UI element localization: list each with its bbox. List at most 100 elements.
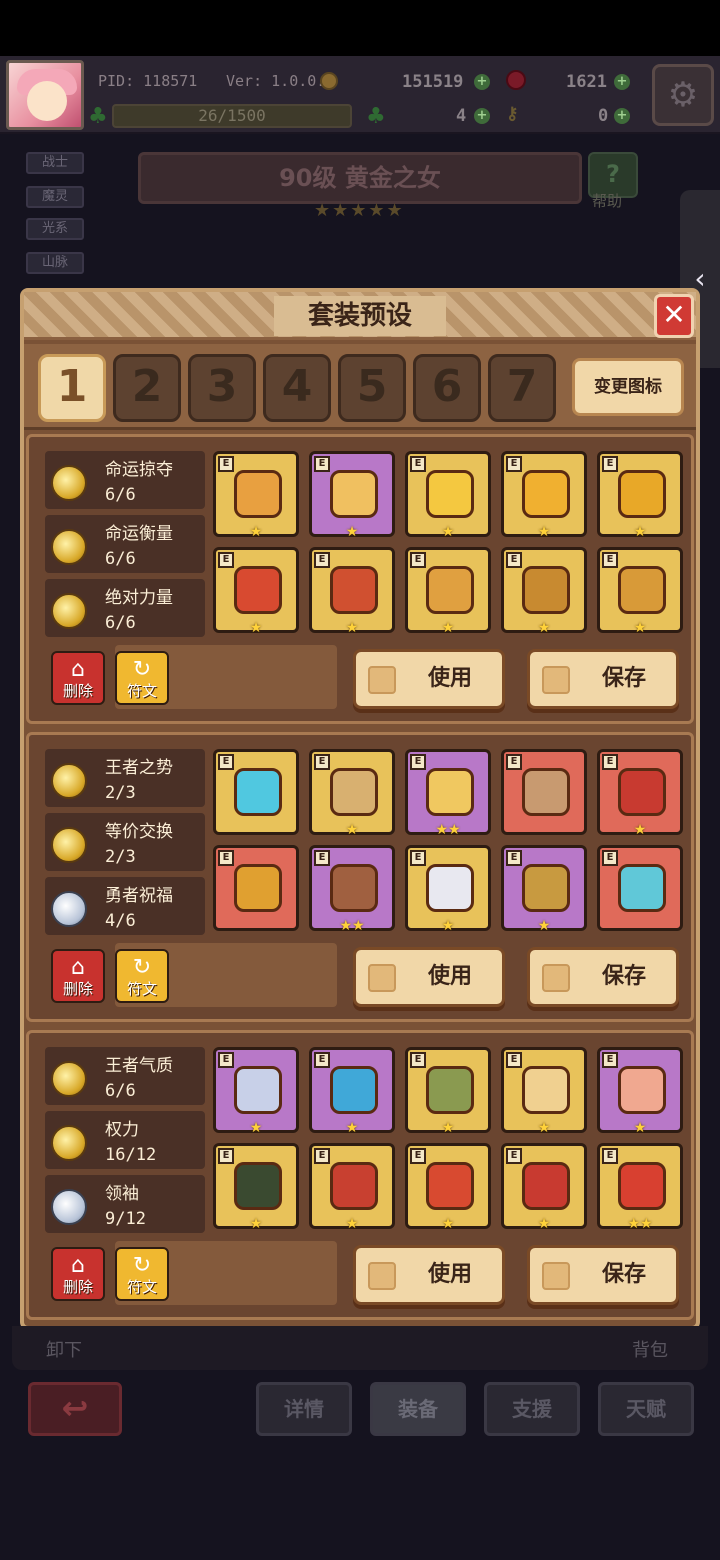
nav-tab-4[interactable]: 天赋 — [598, 1382, 694, 1436]
boots-icon — [618, 864, 666, 912]
use-button[interactable]: 使用 — [353, 649, 505, 709]
set-bonus-item[interactable]: 等价交换 2/3 — [45, 813, 205, 871]
equipment-slot[interactable]: E ★ — [597, 451, 683, 540]
set-count: 9/12 — [105, 1209, 146, 1229]
unequip-button[interactable]: 卸下 — [46, 1336, 82, 1362]
equipment-slot[interactable]: E ★ — [213, 547, 299, 636]
equipment-slot[interactable]: E ★★ — [405, 749, 491, 838]
set-bonus-item[interactable]: 命运掠夺 6/6 — [45, 451, 205, 509]
rune-button[interactable]: ↻ 符文 — [115, 949, 169, 1003]
gauntlet-icon — [426, 1162, 474, 1210]
set-bonus-item[interactable]: 勇者祝福 4/6 — [45, 877, 205, 935]
equipment-slot[interactable]: E ★ — [405, 1143, 491, 1232]
class-tag: 战士 — [26, 152, 84, 174]
equipped-mark-icon: E — [602, 1148, 618, 1164]
preset-card-1: 命运掠夺 6/6 命运衡量 6/6 绝对力量 6/6 E ★ E ★ E ★ E ★ E ★ E ★ E ★ E ★ E ★ E… — [26, 434, 694, 724]
equipment-slot[interactable]: E — [213, 749, 299, 835]
equipment-slot[interactable]: E ★ — [405, 451, 491, 540]
preset-tab-2[interactable]: 2 — [113, 354, 181, 422]
equipment-slot[interactable]: E ★★ — [309, 845, 395, 934]
preset-tab-row: 变更图标 1234567 — [24, 344, 696, 430]
set-bonus-item[interactable]: 王者气质 6/6 — [45, 1047, 205, 1105]
set-medal-icon — [51, 1125, 87, 1161]
equipped-mark-icon: E — [506, 1148, 522, 1164]
nav-tab-3[interactable]: 支援 — [484, 1382, 580, 1436]
player-avatar[interactable] — [6, 60, 84, 130]
set-count: 6/6 — [105, 485, 136, 505]
add-clover-icon[interactable]: + — [474, 108, 490, 124]
equipment-slot[interactable]: E ★ — [501, 1143, 587, 1232]
set-bonus-item[interactable]: 命运衡量 6/6 — [45, 515, 205, 573]
use-button[interactable]: 使用 — [353, 947, 505, 1007]
settings-button[interactable]: ⚙ — [652, 64, 714, 126]
use-label: 使用 — [427, 964, 472, 989]
nav-tab-1[interactable]: 详情 — [256, 1382, 352, 1436]
use-check-icon — [368, 1262, 396, 1290]
equipment-slot[interactable]: E ★ — [213, 1143, 299, 1232]
necklace-icon — [426, 470, 474, 518]
armor-icon — [330, 566, 378, 614]
equipment-slot[interactable]: E ★ — [309, 1047, 395, 1136]
save-button[interactable]: 保存 — [527, 947, 679, 1007]
equipment-slot[interactable]: E ★ — [213, 1047, 299, 1136]
use-button[interactable]: 使用 — [353, 1245, 505, 1305]
set-medal-icon — [51, 593, 87, 629]
equipment-slot[interactable]: E — [501, 749, 587, 835]
set-bonus-item[interactable]: 王者之势 2/3 — [45, 749, 205, 807]
delete-button[interactable]: ⌂ 删除 — [51, 949, 105, 1003]
equipment-slot[interactable]: E ★ — [309, 1143, 395, 1232]
item-stars: ★ — [441, 524, 455, 540]
nav-tab-2[interactable]: 装备 — [370, 1382, 466, 1436]
rune-button[interactable]: ↻ 符文 — [115, 1247, 169, 1301]
preset-tab-4[interactable]: 4 — [263, 354, 331, 422]
preset-tab-6[interactable]: 6 — [413, 354, 481, 422]
equipment-slot[interactable]: E ★ — [309, 749, 395, 838]
save-button[interactable]: 保存 — [527, 1245, 679, 1305]
set-bonus-item[interactable]: 领袖 9/12 — [45, 1175, 205, 1233]
add-key-icon[interactable]: + — [614, 108, 630, 124]
rune-cycle-icon: ↻ — [132, 955, 152, 980]
preset-tab-3[interactable]: 3 — [188, 354, 256, 422]
equipment-slot[interactable]: E — [597, 845, 683, 931]
back-button[interactable]: ↩ — [28, 1382, 122, 1436]
bag-button[interactable]: 背包 — [632, 1336, 668, 1362]
equipment-slot[interactable]: E — [213, 845, 299, 931]
preset-tab-1[interactable]: 1 — [38, 354, 106, 422]
xp-bar: 26/1500 — [112, 104, 352, 128]
delete-button[interactable]: ⌂ 删除 — [51, 651, 105, 705]
equipment-slot[interactable]: E ★ — [405, 1047, 491, 1136]
equipment-slot[interactable]: E ★ — [597, 1047, 683, 1136]
question-icon: ? — [606, 160, 620, 188]
save-button[interactable]: 保存 — [527, 649, 679, 709]
delete-button[interactable]: ⌂ 删除 — [51, 1247, 105, 1301]
set-name: 等价交换 — [105, 822, 173, 842]
equipment-slot[interactable]: E ★ — [405, 845, 491, 934]
equipment-slot[interactable]: E ★ — [597, 749, 683, 838]
equipment-slot[interactable]: E ★ — [501, 451, 587, 540]
add-gold-icon[interactable]: + — [474, 74, 490, 90]
equipment-slot[interactable]: E ★ — [501, 845, 587, 934]
equipment-slot[interactable]: E ★ — [309, 547, 395, 636]
item-stars: ★★ — [435, 822, 461, 838]
equipment-slot[interactable]: E ★ — [405, 547, 491, 636]
set-bonus-item[interactable]: 绝对力量 6/6 — [45, 579, 205, 637]
equipment-slot[interactable]: E ★ — [309, 451, 395, 540]
equipment-slot[interactable]: E ★ — [597, 547, 683, 636]
coin-icon — [320, 72, 338, 90]
change-icon-button[interactable]: 变更图标 — [572, 358, 684, 416]
preset-tab-7[interactable]: 7 — [488, 354, 556, 422]
equipped-mark-icon: E — [506, 754, 522, 770]
rune-button[interactable]: ↻ 符文 — [115, 651, 169, 705]
equipment-slot[interactable]: E ★★ — [597, 1143, 683, 1232]
item-stars: ★★ — [627, 1216, 653, 1232]
equipment-slot[interactable]: E ★ — [501, 1047, 587, 1136]
set-medal-icon — [51, 1061, 87, 1097]
preset-tab-5[interactable]: 5 — [338, 354, 406, 422]
equipment-slot[interactable]: E ★ — [501, 547, 587, 636]
close-button[interactable]: ✕ — [654, 294, 694, 338]
amulet-icon — [330, 470, 378, 518]
item-stars: ★ — [537, 1120, 551, 1136]
set-bonus-item[interactable]: 权力 16/12 — [45, 1111, 205, 1169]
add-gem-icon[interactable]: + — [614, 74, 630, 90]
equipment-slot[interactable]: E ★ — [213, 451, 299, 540]
